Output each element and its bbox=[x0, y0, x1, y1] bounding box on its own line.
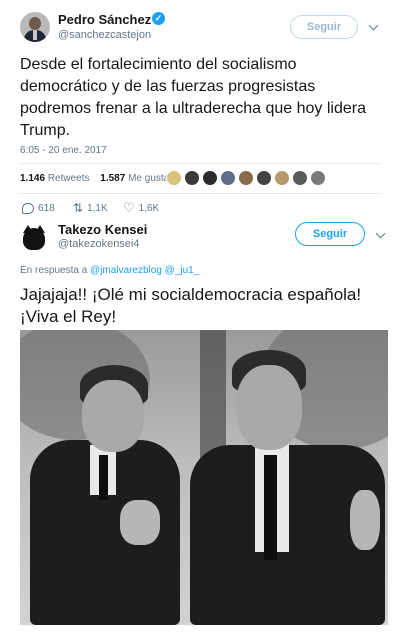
liker-avatar[interactable] bbox=[238, 170, 254, 186]
liker-avatar[interactable] bbox=[292, 170, 308, 186]
tweet-photo[interactable] bbox=[20, 330, 388, 625]
engagement-stats: 1.146 Retweets 1.587 Me gusta bbox=[20, 173, 177, 184]
follow-button[interactable]: Seguir bbox=[295, 222, 365, 246]
reply-text: Jajajaja!! ¡Olé mi socialdemocracia espa… bbox=[20, 285, 362, 326]
like-icon: ♡ bbox=[123, 200, 135, 216]
liker-avatar[interactable] bbox=[202, 170, 218, 186]
liker-avatar[interactable] bbox=[256, 170, 272, 186]
left-figure-face bbox=[82, 380, 144, 452]
likes-stat[interactable]: 1.587 Me gusta bbox=[100, 173, 169, 184]
reply-author-handle[interactable]: @takezokensei4 bbox=[58, 238, 140, 250]
timestamp[interactable]: 6:05 - 20 ene. 2017 bbox=[20, 145, 107, 156]
retweet-count: 1,1K bbox=[87, 203, 108, 214]
likes-label: Me gusta bbox=[128, 173, 170, 184]
left-figure-tie bbox=[99, 455, 108, 500]
retweets-count: 1.146 bbox=[20, 173, 46, 184]
main-tweet: Pedro Sánchez ✓ @sanchezcastejon Seguir … bbox=[0, 0, 400, 222]
liker-avatar[interactable] bbox=[310, 170, 326, 186]
reply-count: 618 bbox=[38, 203, 55, 215]
like-count: 1,6K bbox=[138, 203, 160, 214]
cat-silhouette bbox=[23, 228, 45, 250]
verified-icon: ✓ bbox=[152, 12, 165, 25]
liker-avatar[interactable] bbox=[274, 170, 290, 186]
likers-avatars[interactable] bbox=[166, 170, 336, 188]
retweets-stat[interactable]: 1.146 Retweets bbox=[20, 173, 90, 184]
avatar-head bbox=[29, 17, 41, 30]
follow-button[interactable]: Seguir bbox=[290, 15, 358, 39]
reply-to-handles[interactable]: @jmalvarezblog @_ju1_ bbox=[90, 265, 199, 276]
retweet-icon: ⇅ bbox=[73, 201, 84, 216]
chevron-down-icon[interactable] bbox=[368, 20, 379, 31]
right-figure-hand bbox=[350, 490, 380, 550]
reply-prefix: En respuesta a bbox=[20, 265, 88, 276]
avatar[interactable] bbox=[20, 12, 50, 42]
in-reply-to: En respuesta a @jmalvarezblog @_ju1_ bbox=[20, 265, 199, 276]
reply-author-name[interactable]: Takezo Kensei bbox=[58, 222, 147, 237]
reply-avatar[interactable] bbox=[20, 222, 50, 252]
likes-count: 1.587 bbox=[100, 173, 126, 184]
right-figure-tie bbox=[264, 455, 277, 560]
retweets-label: Retweets bbox=[47, 173, 90, 184]
divider bbox=[20, 193, 380, 194]
chevron-down-icon[interactable] bbox=[375, 228, 386, 239]
liker-avatar[interactable] bbox=[166, 170, 182, 186]
tweet-text: Desde el fortalecimiento del socialismo … bbox=[20, 56, 366, 139]
liker-avatar[interactable] bbox=[220, 170, 236, 186]
right-figure-face bbox=[236, 365, 302, 450]
divider bbox=[20, 163, 380, 164]
avatar-tie bbox=[33, 30, 37, 40]
reply-icon bbox=[22, 203, 34, 214]
left-figure-hand bbox=[120, 500, 160, 545]
retweet-action[interactable]: ⇅ 1,1K bbox=[73, 201, 108, 216]
liker-avatar[interactable] bbox=[184, 170, 200, 186]
author-handle[interactable]: @sanchezcastejon bbox=[58, 29, 151, 41]
like-action[interactable]: ♡ 1,6K bbox=[123, 200, 160, 216]
reply-action[interactable]: 618 bbox=[22, 203, 55, 214]
author-name[interactable]: Pedro Sánchez bbox=[58, 12, 151, 27]
